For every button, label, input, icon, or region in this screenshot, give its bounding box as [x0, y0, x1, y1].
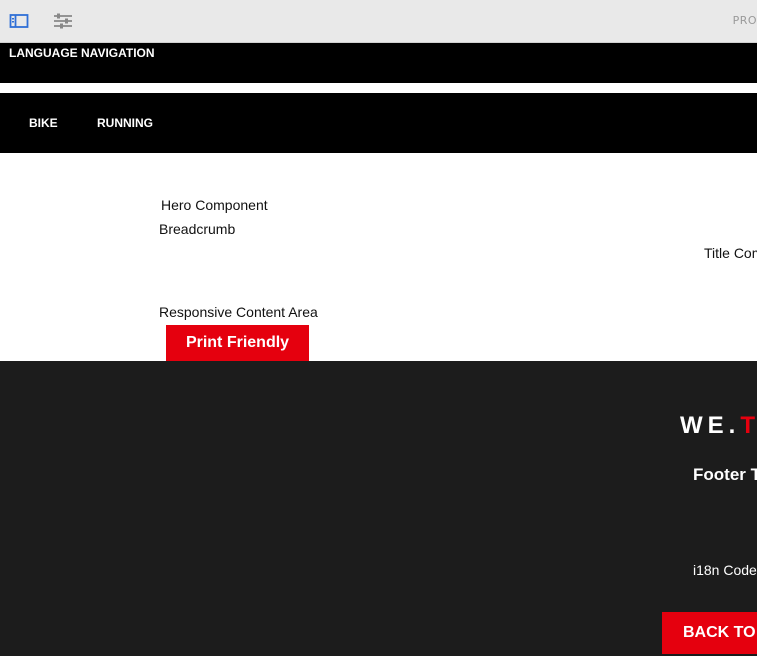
main-navigation: BIKE RUNNING: [0, 93, 757, 153]
logo-accent-text: T: [740, 412, 757, 439]
editor-toolbar: PRO: [0, 0, 757, 43]
back-to-top-button[interactable]: BACK TO: [662, 612, 757, 654]
nav-item-bike[interactable]: BIKE: [29, 116, 58, 130]
nav-spacer: [0, 83, 757, 93]
responsive-content-area: Responsive Content Area: [159, 304, 318, 320]
print-friendly-button[interactable]: Print Friendly: [166, 325, 309, 361]
footer-logo[interactable]: WE.T: [680, 412, 757, 440]
footer: WE.T Footer T i18n Code BACK TO: [0, 361, 757, 656]
language-navigation-label: LANGUAGE NAVIGATION: [9, 46, 155, 60]
breadcrumb[interactable]: Breadcrumb: [159, 221, 235, 237]
title-component: Title Com: [704, 245, 757, 261]
logo-text: WE.: [680, 412, 741, 439]
toolbar-right-label[interactable]: PRO: [733, 14, 757, 27]
sidebar-toggle-icon[interactable]: [9, 12, 29, 30]
sliders-icon[interactable]: [53, 12, 73, 30]
hero-component: Hero Component: [161, 197, 268, 213]
footer-title: Footer T: [693, 465, 757, 484]
nav-item-running[interactable]: RUNNING: [97, 116, 153, 130]
i18n-code: i18n Code: [693, 562, 757, 578]
content-area: Hero Component Breadcrumb Title Com Resp…: [0, 153, 757, 361]
language-navigation: LANGUAGE NAVIGATION: [0, 43, 757, 83]
